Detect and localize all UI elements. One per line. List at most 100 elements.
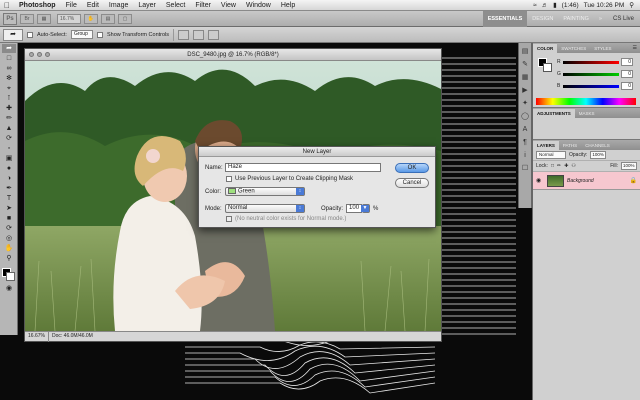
color-spectrum-ramp[interactable] [536,98,636,105]
hand-tool-icon[interactable]: ✋ [2,244,16,253]
workspace-painting[interactable]: PAINTING [558,11,594,27]
tab-channels[interactable]: CHANNELS [581,141,614,150]
blue-value-input[interactable]: 0 [621,82,633,90]
layer-opacity-input[interactable]: 100% [590,151,607,159]
workspace-essentials[interactable]: ESSENTIALS [482,10,528,27]
blur-tool-icon[interactable]: ● [2,164,16,173]
zoom-tool-icon[interactable]: ⚲ [2,254,16,263]
apple-menu-icon[interactable]:  [0,1,14,10]
screen-mode-button[interactable]: ▢ [118,13,132,24]
tab-layers[interactable]: LAYERS [533,141,559,150]
pen-tool-icon[interactable]: ✒ [2,184,16,193]
menu-select[interactable]: Select [161,0,190,11]
tab-swatches[interactable]: SWATCHES [557,44,590,53]
clipping-mask-checkbox[interactable] [226,176,232,182]
tab-paths[interactable]: PATHS [559,141,581,150]
red-slider[interactable]: R 0 [557,58,633,68]
volume-icon[interactable]: ♬ [542,2,549,9]
path-selection-tool-icon[interactable]: ➤ [2,204,16,213]
color-swatches[interactable] [1,267,17,283]
ok-button[interactable]: OK [395,163,429,173]
brush-panel-icon[interactable]: ✦ [520,100,530,108]
red-slider-bar[interactable] [563,61,619,64]
lock-all-icon[interactable]: ⚇ [571,163,575,169]
shape-tool-icon[interactable]: ■ [2,214,16,223]
lasso-tool-icon[interactable]: ∞ [2,64,16,73]
brush-tool-icon[interactable]: ✏ [2,114,16,123]
3d-rotate-tool-icon[interactable]: ⟳ [2,224,16,233]
green-slider-bar[interactable] [563,73,619,76]
spotlight-search-icon[interactable]: ⚲ [629,1,634,9]
minimize-window-icon[interactable] [37,52,42,57]
tool-preset-picker[interactable]: ➦ [3,28,23,41]
cancel-button[interactable]: Cancel [395,178,429,188]
lock-transparency-icon[interactable]: □ [551,163,554,169]
blend-mode-select[interactable]: Normal [536,151,566,159]
panel-menu-icon[interactable]: ☰ [633,44,640,53]
document-size-info[interactable]: Doc: 46.0M/46.0M [49,332,93,341]
show-transform-checkbox[interactable] [96,31,103,38]
auto-select-target-select[interactable]: Group [70,30,93,39]
lock-position-icon[interactable]: ✚ [564,163,568,169]
battery-icon[interactable]: ▮ [553,1,557,9]
info-panel-icon[interactable]: i [520,152,530,160]
navigator-panel-icon[interactable]: ✎ [520,61,530,69]
document-title-bar[interactable]: DSC_9480.jpg @ 16.7% (RGB/8*) [25,49,441,61]
actions-panel-icon[interactable]: ▶ [520,87,530,95]
layer-name[interactable]: Background [567,178,627,184]
tab-styles[interactable]: STYLES [590,44,615,53]
zoom-level-select[interactable]: 16.7% [57,13,81,24]
bridge-button[interactable]: Br [20,13,34,24]
character-panel-icon[interactable]: A [520,126,530,134]
color-panel-background[interactable] [543,63,552,72]
paragraph-panel-icon[interactable]: ¶ [520,139,530,147]
mode-select[interactable]: Normal ↕ [225,204,305,213]
type-tool-icon[interactable]: T [2,194,16,203]
menu-help[interactable]: Help [276,0,300,11]
arrange-documents-button[interactable]: ▤ [101,13,115,24]
blue-slider-bar[interactable] [563,85,619,88]
dialog-title[interactable]: New Layer [199,147,435,157]
align-top-button[interactable] [178,29,190,40]
green-slider[interactable]: G 0 [557,70,633,80]
crop-tool-icon[interactable]: ⌖ [2,84,16,93]
history-brush-tool-icon[interactable]: ⟳ [2,134,16,143]
menu-layer[interactable]: Layer [133,0,161,11]
swatch-panel-icon[interactable]: ▦ [520,74,530,82]
menu-app-photoshop[interactable]: Photoshop [14,0,61,11]
clone-source-panel-icon[interactable]: ◯ [520,113,530,121]
zoom-window-icon[interactable] [45,52,50,57]
clone-stamp-tool-icon[interactable]: ▲ [2,124,16,133]
eraser-tool-icon[interactable]: ▫ [2,144,16,153]
menu-image[interactable]: Image [104,0,133,11]
background-color-swatch[interactable] [6,272,15,281]
quick-mask-icon[interactable]: ◉ [2,284,16,293]
red-value-input[interactable]: 0 [621,58,633,66]
hand-tool-button[interactable]: ✋ [84,13,98,24]
layer-visibility-eye-icon[interactable]: ◉ [536,177,544,184]
wifi-icon[interactable]: ≈ [533,2,537,9]
dodge-tool-icon[interactable]: ◑ [2,174,16,183]
workspace-more-icon[interactable]: » [594,11,607,27]
color-select[interactable]: Green ↕ [225,187,305,196]
cs-live-button[interactable]: CS Live [613,16,634,22]
move-tool-icon[interactable]: ➦ [2,44,16,53]
workspace-design[interactable]: DESIGN [527,11,558,27]
menu-window[interactable]: Window [241,0,276,11]
history-panel-icon[interactable]: ▤ [520,48,530,56]
menu-file[interactable]: File [61,0,82,11]
clock[interactable]: Tue 10:26 PM [584,2,625,9]
menu-filter[interactable]: Filter [190,0,216,11]
document-zoom-field[interactable]: 16.67% [25,331,49,342]
tab-color[interactable]: COLOR [533,44,558,53]
green-value-input[interactable]: 0 [621,70,633,78]
tab-adjustments[interactable]: ADJUSTMENTS [533,109,575,118]
blue-slider[interactable]: B 0 [557,82,633,92]
healing-brush-tool-icon[interactable]: ✚ [2,104,16,113]
quick-selection-tool-icon[interactable]: ✻ [2,74,16,83]
eyedropper-tool-icon[interactable]: ⊺ [2,94,16,103]
opacity-slider-toggle[interactable]: ▼ [361,204,371,213]
layer-row-background[interactable]: ◉ Background 🔒 [533,172,640,190]
close-window-icon[interactable] [29,52,34,57]
tab-masks[interactable]: MASKS [575,109,599,118]
